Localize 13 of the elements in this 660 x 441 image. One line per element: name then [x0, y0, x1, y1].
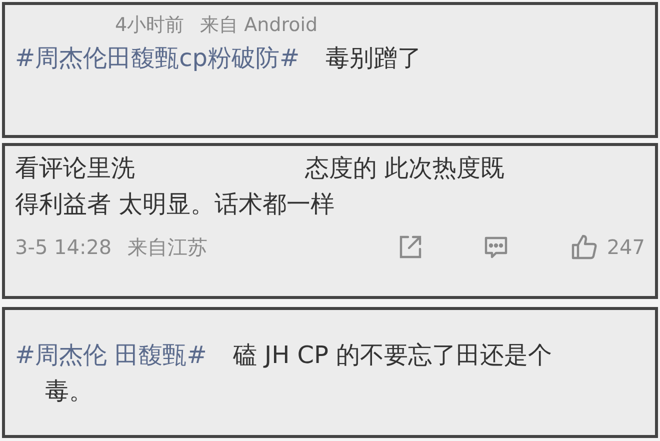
like-count: 247	[606, 234, 645, 261]
post-source: 来自江苏	[128, 234, 208, 261]
comment-text: 态度的 此次热度既	[305, 153, 505, 184]
comment-text: 磕 JH CP 的不要忘了田还是个	[232, 340, 552, 370]
post-time: 3-5 14:28	[15, 234, 112, 261]
post-source: 来自 Android	[200, 13, 318, 38]
post-time: 4小时前	[115, 13, 184, 38]
hashtag-link[interactable]: #周杰伦田馥甄cp粉破防#	[15, 40, 300, 76]
comment-text: 毒别蹭了	[326, 42, 422, 74]
hashtag-link[interactable]: #周杰伦 田馥甄#	[15, 336, 207, 372]
comment-text: 看评论里洗	[15, 153, 135, 184]
comment-text: 毒。	[45, 376, 93, 406]
comment-text: 得利益者 太明显。话术都一样	[15, 189, 335, 220]
